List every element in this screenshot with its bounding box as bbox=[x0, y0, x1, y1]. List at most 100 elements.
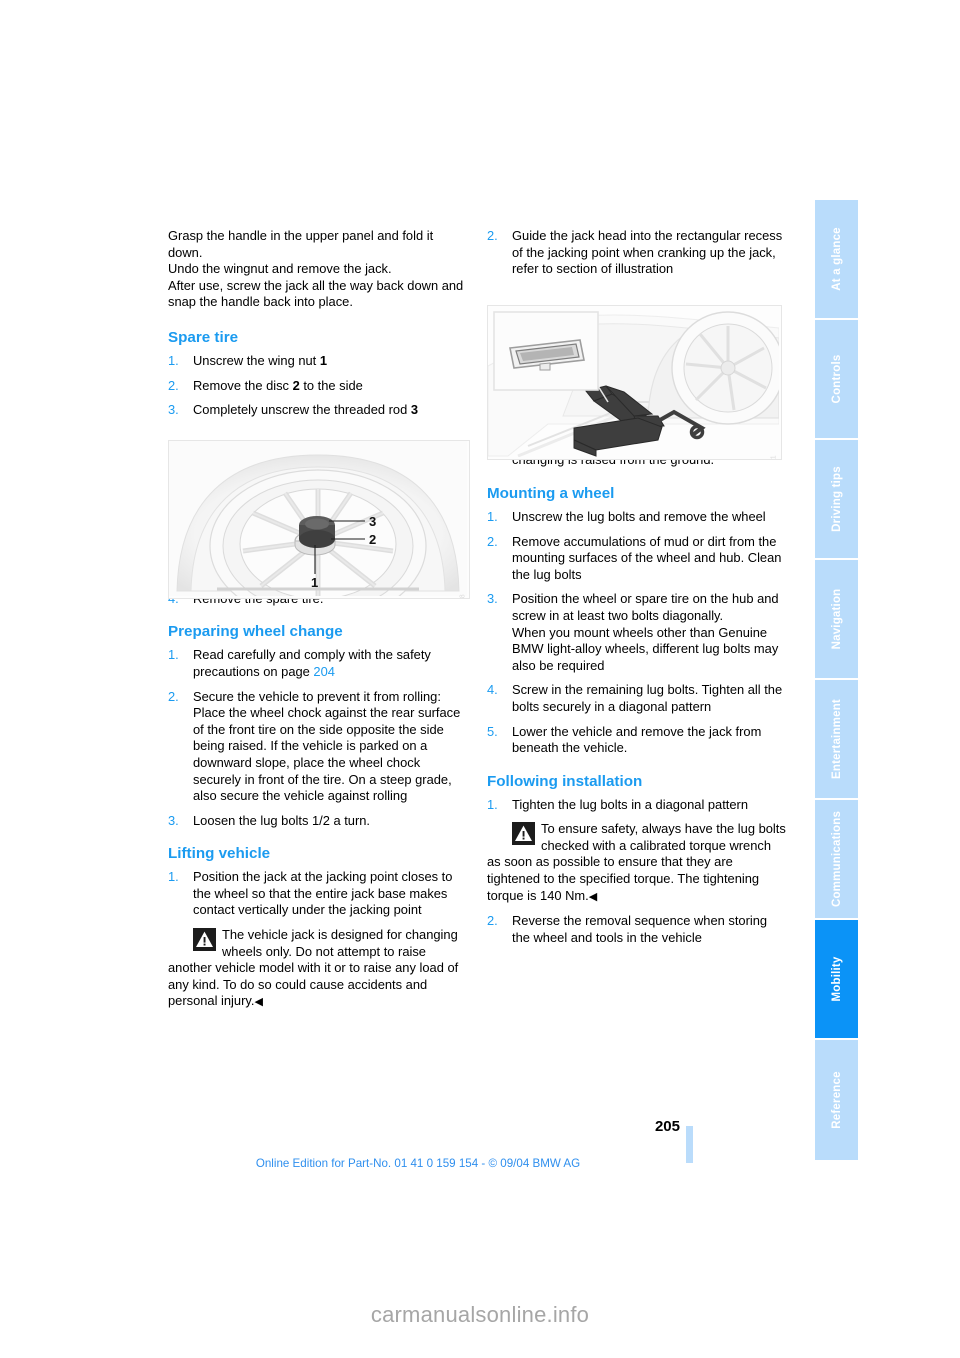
step-callout-ref: 3 bbox=[410, 402, 418, 418]
sidebar-tab-reference[interactable]: Reference bbox=[815, 1040, 858, 1160]
step-text: Unscrew the lug bolts and remove the whe… bbox=[512, 508, 766, 524]
step-number: 3. bbox=[168, 402, 179, 418]
left-text-column: Grasp the handle in the upper panel and … bbox=[168, 228, 468, 1011]
sidebar-tab-label: Navigation bbox=[830, 588, 843, 650]
warning-block-jack-use: The vehicle jack is designed for changin… bbox=[168, 927, 468, 1011]
lifting-vehicle-step-list: 1. Position the jack at the jacking point… bbox=[168, 869, 468, 919]
list-item: 1. Unscrew the wing nut 1 bbox=[168, 353, 468, 370]
step-text: Unscrew the wing nut bbox=[193, 352, 320, 368]
list-item: 5. Lower the vehicle and remove the jack … bbox=[487, 724, 787, 757]
sidebar-tab-at-a-glance[interactable]: At a glance bbox=[815, 200, 858, 320]
list-item: 1. Unscrew the lug bolts and remove the w… bbox=[487, 509, 787, 526]
step-text: Secure the vehicle to prevent it from ro… bbox=[193, 688, 461, 804]
heading-mounting-a-wheel: Mounting a wheel bbox=[487, 484, 615, 502]
lifting-vehicle-step-list-continued: 2. Guide the jack head into the rectangul… bbox=[487, 228, 787, 278]
sidebar-tab-entertainment[interactable]: Entertainment bbox=[815, 680, 858, 800]
page-number: 205 bbox=[654, 1118, 680, 1135]
spare-tire-step-list: 1. Unscrew the wing nut 1 2. Remove the di… bbox=[168, 353, 468, 419]
following-installation-step-1: 1. Tighten the lug bolts in a diagonal pa… bbox=[487, 797, 787, 814]
step-callout-ref: 1 bbox=[319, 352, 327, 368]
spare-tire-well-graphic: 3 2 1 bbox=[169, 441, 467, 598]
list-item: 2. Guide the jack head into the rectangul… bbox=[487, 228, 787, 278]
heading-preparing-wheel-change: Preparing wheel change bbox=[168, 623, 343, 641]
list-item: 3. Completely unscrew the threaded rod 3 bbox=[168, 402, 468, 419]
page-cross-reference-link[interactable]: 204 bbox=[313, 664, 335, 679]
section-tab-strip: At a glance Controls Driving tips Naviga… bbox=[815, 200, 858, 1160]
list-item: 1. Read carefully and comply with the saf… bbox=[168, 647, 468, 680]
list-item: 2. Secure the vehicle to prevent it from … bbox=[168, 689, 468, 805]
step-number: 4. bbox=[487, 682, 498, 698]
step-callout-ref: 2 bbox=[292, 377, 300, 393]
list-item: 1. Position the jack at the jacking point… bbox=[168, 869, 468, 919]
step-text: Remove accumulations of mud or dirt from… bbox=[512, 533, 782, 582]
step-text: Remove the disc bbox=[193, 377, 293, 393]
step-text: Position the jack at the jacking point c… bbox=[193, 869, 453, 918]
figure-watermark: WS2008 bbox=[459, 594, 466, 598]
step-text-tail: to the side bbox=[299, 377, 363, 393]
preparing-wheel-change-step-list: 1. Read carefully and comply with the saf… bbox=[168, 647, 468, 829]
list-item: 1. Tighten the lug bolts in a diagonal pa… bbox=[487, 797, 787, 814]
list-item: 2. Remove the disc 2 to the side bbox=[168, 378, 468, 395]
footer-edition-note: Online Edition for Part-No. 01 41 0 159 … bbox=[255, 1157, 581, 1170]
manual-page: At a glance Controls Driving tips Naviga… bbox=[0, 0, 960, 1358]
warning-triangle-icon bbox=[193, 928, 216, 952]
sidebar-tab-controls[interactable]: Controls bbox=[815, 320, 858, 440]
list-item: 2. Reverse the removal sequence when stor… bbox=[487, 913, 787, 946]
warning-end-mark: ◀ bbox=[588, 890, 598, 903]
mounting-a-wheel-step-list: 1. Unscrew the lug bolts and remove the w… bbox=[487, 509, 787, 757]
sidebar-tab-label: Reference bbox=[830, 1071, 843, 1129]
sidebar-tab-label: Mobility bbox=[830, 956, 843, 1002]
step-text: Guide the jack head into the rectangular… bbox=[512, 228, 783, 277]
step-text: Reverse the removal sequence when storin… bbox=[512, 913, 768, 945]
sidebar-tab-label: At a glance bbox=[830, 227, 843, 291]
warning-block-torque: To ensure safety, always have the lug bo… bbox=[487, 821, 787, 905]
step-number: 3. bbox=[487, 591, 498, 607]
following-installation-step-2: 2. Reverse the removal sequence when stor… bbox=[487, 913, 787, 946]
step-number: 1. bbox=[168, 869, 179, 885]
step-number: 2. bbox=[487, 533, 498, 549]
step-number: 2. bbox=[168, 377, 179, 393]
site-watermark: carmanualsonline.info bbox=[370, 1302, 590, 1327]
step-text: Completely unscrew the threaded rod bbox=[193, 402, 411, 418]
step-text: Loosen the lug bolts 1/2 a turn. bbox=[193, 812, 371, 828]
step-text: Tighten the lug bolts in a diagonal patt… bbox=[512, 796, 749, 812]
sidebar-tab-mobility[interactable]: Mobility bbox=[815, 920, 858, 1040]
jack-under-vehicle-graphic bbox=[488, 306, 781, 458]
spare-tire-well-illustration: 3 2 1 WS2008 bbox=[168, 440, 470, 599]
step-number: 1. bbox=[168, 352, 179, 368]
step-number: 1. bbox=[168, 647, 179, 663]
footer-accent-bar bbox=[686, 1126, 693, 1163]
warning-triangle-icon bbox=[512, 822, 535, 846]
callout-3: 3 bbox=[369, 514, 376, 529]
intro-paragraph: Grasp the handle in the upper panel and … bbox=[168, 228, 464, 310]
sidebar-tab-driving-tips[interactable]: Driving tips bbox=[815, 440, 858, 560]
heading-spare-tire: Spare tire bbox=[168, 328, 239, 346]
sidebar-tab-label: Communications bbox=[830, 810, 843, 908]
figure-watermark: WS2011 bbox=[771, 455, 778, 459]
warning-end-mark: ◀ bbox=[254, 996, 263, 1009]
step-number: 1. bbox=[487, 796, 498, 812]
list-item: 3. Position the wheel or spare tire on th… bbox=[487, 591, 787, 674]
heading-following-installation: Following installation bbox=[487, 772, 643, 790]
sidebar-tab-label: Controls bbox=[830, 354, 843, 404]
sidebar-tab-label: Driving tips bbox=[830, 466, 843, 532]
sidebar-tab-navigation[interactable]: Navigation bbox=[815, 560, 858, 680]
step-text: Screw in the remaining lug bolts. Tighte… bbox=[512, 682, 783, 714]
step-number: 3. bbox=[168, 812, 179, 828]
jack-under-vehicle-illustration: WS2011 bbox=[487, 305, 782, 460]
sidebar-tab-communications[interactable]: Communications bbox=[815, 800, 858, 920]
step-text: Read carefully and comply with the safet… bbox=[193, 647, 431, 679]
step-number: 2. bbox=[168, 688, 179, 704]
step-text: Lower the vehicle and remove the jack fr… bbox=[512, 723, 762, 756]
step-number: 1. bbox=[487, 508, 498, 524]
heading-lifting-vehicle: Lifting vehicle bbox=[168, 845, 271, 863]
callout-2: 2 bbox=[369, 532, 376, 547]
list-item: 4. Screw in the remaining lug bolts. Tigh… bbox=[487, 682, 787, 715]
step-text: Position the wheel or spare tire on the … bbox=[512, 591, 779, 673]
step-number: 5. bbox=[487, 723, 498, 739]
list-item: 2. Remove accumulations of mud or dirt fr… bbox=[487, 534, 787, 584]
step-number: 2. bbox=[487, 228, 498, 243]
step-number: 2. bbox=[487, 913, 498, 929]
sidebar-tab-label: Entertainment bbox=[830, 699, 843, 779]
list-item: 3. Loosen the lug bolts 1/2 a turn. bbox=[168, 813, 468, 830]
